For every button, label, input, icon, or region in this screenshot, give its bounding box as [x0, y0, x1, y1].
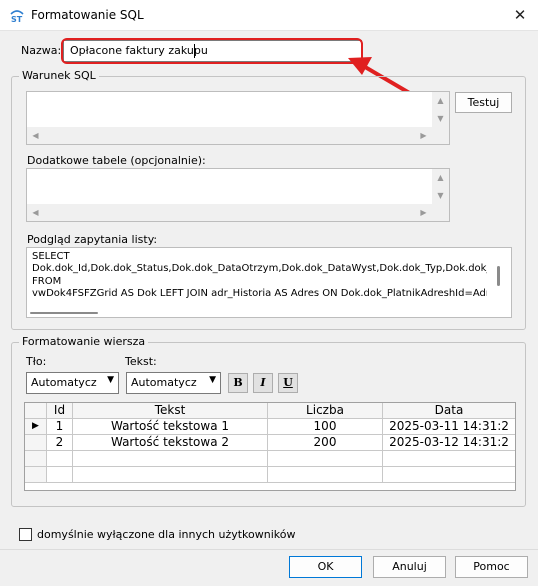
scroll-left-icon[interactable]: ◀ — [27, 208, 44, 217]
anuluj-button[interactable]: Anuluj — [373, 556, 446, 578]
underline-button[interactable]: U — [278, 373, 298, 393]
dodatkowe-tabele-textarea[interactable]: ▲ ▼ ◀ ▶ — [26, 168, 450, 222]
table-cell-liczba[interactable]: 200 — [268, 435, 383, 451]
table-cell-data[interactable]: 2025-03-12 14:31:2 — [383, 435, 515, 451]
tekst-select[interactable]: Automatyczny ▼ — [126, 372, 221, 394]
svg-text:ST: ST — [11, 15, 23, 24]
scroll-left-icon[interactable]: ◀ — [27, 131, 44, 140]
scroll-corner — [432, 204, 449, 221]
warunek-sql-textarea[interactable]: ▲ ▼ ◀ ▶ — [26, 91, 450, 145]
empty-cell — [73, 467, 268, 483]
window-title: Formatowanie SQL — [31, 8, 144, 22]
ok-button[interactable]: OK — [289, 556, 362, 578]
testuj-button[interactable]: Testuj — [455, 92, 512, 113]
empty-cell — [383, 467, 515, 483]
formatowanie-title: Formatowanie wiersza — [19, 335, 149, 348]
scroll-up-icon[interactable]: ▲ — [432, 96, 449, 105]
vertical-scroll-thumb[interactable] — [497, 266, 500, 286]
horizontal-scroll-thumb[interactable] — [30, 312, 98, 314]
close-icon[interactable]: ✕ — [502, 0, 538, 31]
bold-button[interactable]: B — [228, 373, 248, 393]
chevron-down-icon: ▼ — [209, 375, 216, 385]
empty-cell — [268, 451, 383, 467]
column-header-id[interactable]: Id — [47, 403, 73, 419]
row-indicator — [25, 435, 47, 451]
dodatkowe-tabele-label: Dodatkowe tabele (opcjonalnie): — [27, 154, 206, 167]
pomoc-button[interactable]: Pomoc — [455, 556, 528, 578]
sql-line: vwDok4FSFZGrid AS Dok LEFT JOIN adr_Hist… — [32, 288, 487, 300]
current-row-icon: ▶ — [25, 419, 47, 435]
tlo-select-value: Automatyczny — [31, 376, 97, 389]
table-cell-liczba[interactable]: 100 — [268, 419, 383, 435]
sql-line: Dok.dok_Id,Dok.dok_Status,Dok.dok_DataOt… — [32, 263, 487, 275]
column-header-data[interactable]: Data — [383, 403, 515, 419]
row-indicator — [25, 467, 47, 483]
chevron-down-icon: ▼ — [107, 375, 114, 385]
table-cell-id[interactable]: 2 — [47, 435, 73, 451]
empty-cell — [268, 467, 383, 483]
sql-line: FROM — [32, 275, 62, 287]
warunek-sql-title: Warunek SQL — [19, 69, 99, 82]
table-cell-tekst[interactable]: Wartość tekstowa 1 — [73, 419, 268, 435]
table-cell-tekst[interactable]: Wartość tekstowa 2 — [73, 435, 268, 451]
domyslnie-checkbox-label: domyślnie wyłączone dla innych użytkowni… — [37, 528, 296, 541]
nazwa-label: Nazwa: — [21, 44, 62, 57]
vertical-scrollbar[interactable]: ▲ ▼ — [432, 169, 449, 204]
empty-cell — [73, 451, 268, 467]
domyslnie-checkbox[interactable] — [19, 528, 32, 541]
tekst-select-value: Automatyczny — [131, 376, 197, 389]
scroll-down-icon[interactable]: ▼ — [432, 114, 449, 123]
tlo-select[interactable]: Automatyczny ▼ — [26, 372, 119, 394]
row-indicator-header — [25, 403, 47, 419]
preview-table[interactable]: Id Tekst Liczba Data ▶ 1 Wartość tekstow… — [24, 402, 516, 491]
podglad-textarea[interactable]: SELECT Dok.dok_Id,Dok.dok_Status,Dok.dok… — [26, 247, 512, 318]
table-cell-data[interactable]: 2025-03-11 14:31:2 — [383, 419, 515, 435]
empty-cell — [47, 451, 73, 467]
app-icon: ST — [10, 10, 24, 24]
scroll-right-icon[interactable]: ▶ — [415, 131, 432, 140]
horizontal-scrollbar[interactable]: ◀ ▶ — [27, 204, 432, 221]
row-indicator — [25, 451, 47, 467]
scroll-right-icon[interactable]: ▶ — [415, 208, 432, 217]
tlo-label: Tło: — [26, 355, 47, 368]
empty-cell — [47, 467, 73, 483]
podglad-label: Podgląd zapytania listy: — [27, 233, 158, 246]
scroll-corner — [432, 127, 449, 144]
empty-cell — [383, 451, 515, 467]
scroll-up-icon[interactable]: ▲ — [432, 173, 449, 182]
tekst-label: Tekst: — [125, 355, 157, 368]
sql-preview-text: SELECT Dok.dok_Id,Dok.dok_Status,Dok.dok… — [32, 251, 487, 301]
column-header-liczba[interactable]: Liczba — [268, 403, 383, 419]
table-cell-id[interactable]: 1 — [47, 419, 73, 435]
sql-line: SELECT — [32, 251, 70, 262]
vertical-scrollbar[interactable]: ▲ ▼ — [432, 92, 449, 127]
column-header-tekst[interactable]: Tekst — [73, 403, 268, 419]
highlight-box — [61, 38, 363, 64]
italic-button[interactable]: I — [253, 373, 273, 393]
scroll-down-icon[interactable]: ▼ — [432, 191, 449, 200]
horizontal-scrollbar[interactable]: ◀ ▶ — [27, 127, 432, 144]
